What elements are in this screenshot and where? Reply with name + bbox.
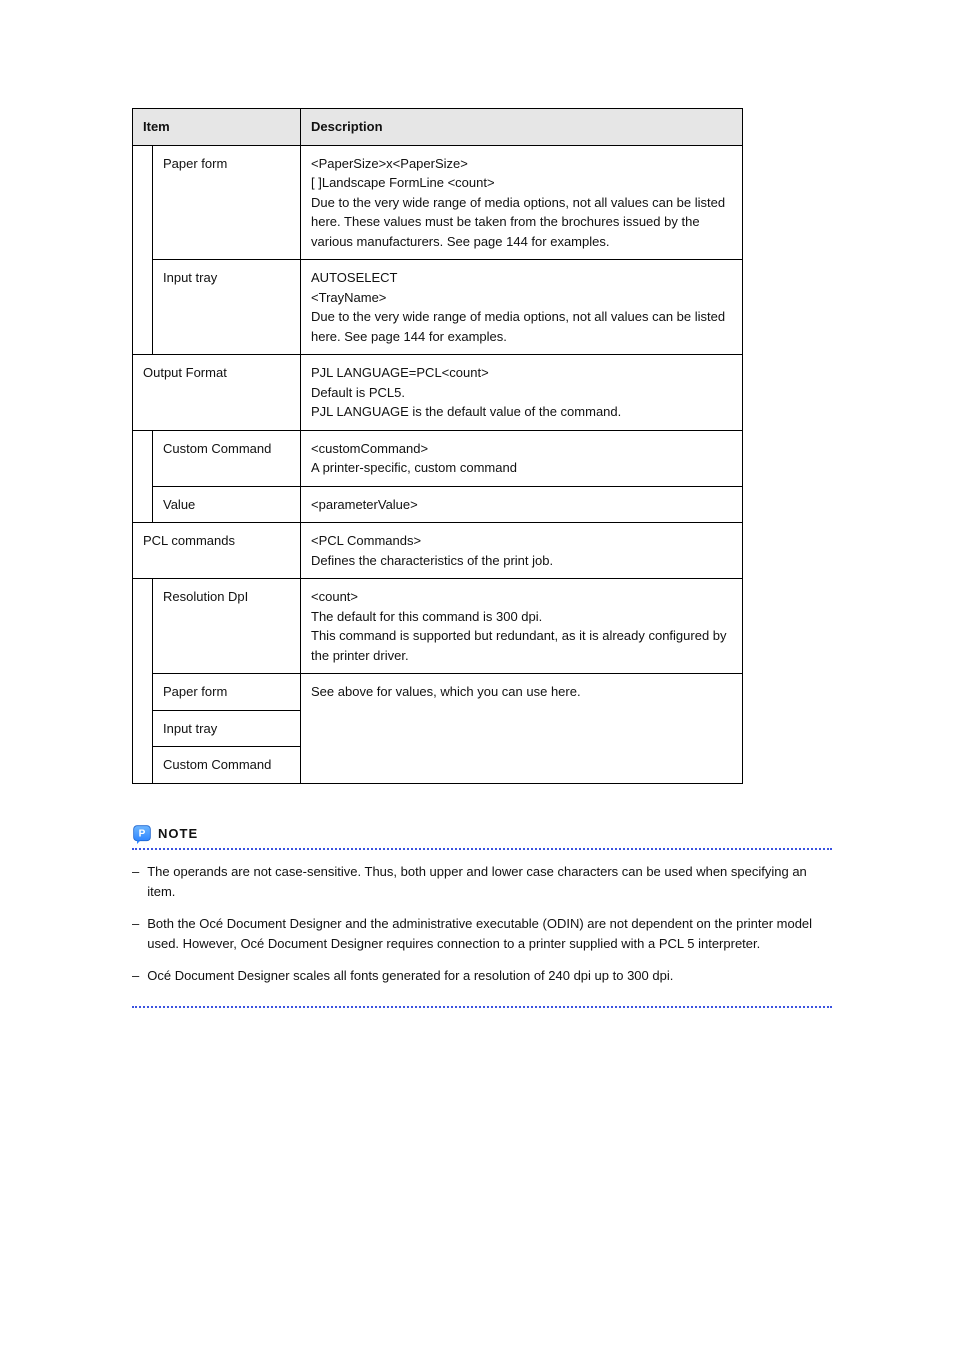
table-row: PCL commands <PCL Commands> Defines the …	[133, 523, 743, 579]
cell-desc: See above for values, which you can use …	[301, 674, 743, 784]
table-row: Custom Command <customCommand> A printer…	[133, 430, 743, 486]
note-body: The operands are not case-sensitive. Thu…	[132, 862, 832, 987]
row-group-marker	[133, 430, 153, 523]
list-item: Océ Document Designer scales all fonts g…	[132, 966, 832, 986]
note-icon: P	[132, 824, 152, 844]
header-item: Item	[133, 109, 301, 146]
table-header-row: Item Description	[133, 109, 743, 146]
svg-text:P: P	[139, 828, 146, 839]
cell-label: Input tray	[153, 710, 301, 747]
cell-desc: <parameterValue>	[301, 486, 743, 523]
note-divider-top	[132, 848, 832, 850]
cell-label: Paper form	[153, 674, 301, 711]
table-row: Output Format PJL LANGUAGE=PCL<count> De…	[133, 355, 743, 431]
cell-label: Custom Command	[153, 747, 301, 784]
cell-label: Output Format	[133, 355, 301, 431]
cell-label: PCL commands	[133, 523, 301, 579]
cell-desc: AUTOSELECT <TrayName> Due to the very wi…	[301, 260, 743, 355]
cell-label: Paper form	[153, 145, 301, 260]
note-block: P NOTE The operands are not case-sensiti…	[132, 824, 832, 1009]
row-group-marker	[133, 145, 153, 355]
cell-label: Resolution DpI	[153, 579, 301, 674]
cell-desc: <PaperSize>x<PaperSize> [ ]Landscape For…	[301, 145, 743, 260]
cell-desc: <PCL Commands> Defines the characteristi…	[301, 523, 743, 579]
spec-table: Item Description Paper form <PaperSize>x…	[132, 108, 743, 784]
table-row: Input tray AUTOSELECT <TrayName> Due to …	[133, 260, 743, 355]
list-item: The operands are not case-sensitive. Thu…	[132, 862, 832, 902]
cell-label: Custom Command	[153, 430, 301, 486]
header-desc: Description	[301, 109, 743, 146]
cell-desc: <count> The default for this command is …	[301, 579, 743, 674]
cell-label: Value	[153, 486, 301, 523]
table-row: Value <parameterValue>	[133, 486, 743, 523]
cell-label: Input tray	[153, 260, 301, 355]
cell-desc: PJL LANGUAGE=PCL<count> Default is PCL5.…	[301, 355, 743, 431]
note-heading: P NOTE	[132, 824, 832, 844]
table-row: Paper form <PaperSize>x<PaperSize> [ ]La…	[133, 145, 743, 260]
row-group-marker	[133, 579, 153, 784]
table-row: Resolution DpI <count> The default for t…	[133, 579, 743, 674]
note-divider-bottom	[132, 1006, 832, 1008]
list-item: Both the Océ Document Designer and the a…	[132, 914, 832, 954]
table-row: Paper form See above for values, which y…	[133, 674, 743, 711]
cell-desc: <customCommand> A printer-specific, cust…	[301, 430, 743, 486]
note-label: NOTE	[158, 826, 198, 841]
